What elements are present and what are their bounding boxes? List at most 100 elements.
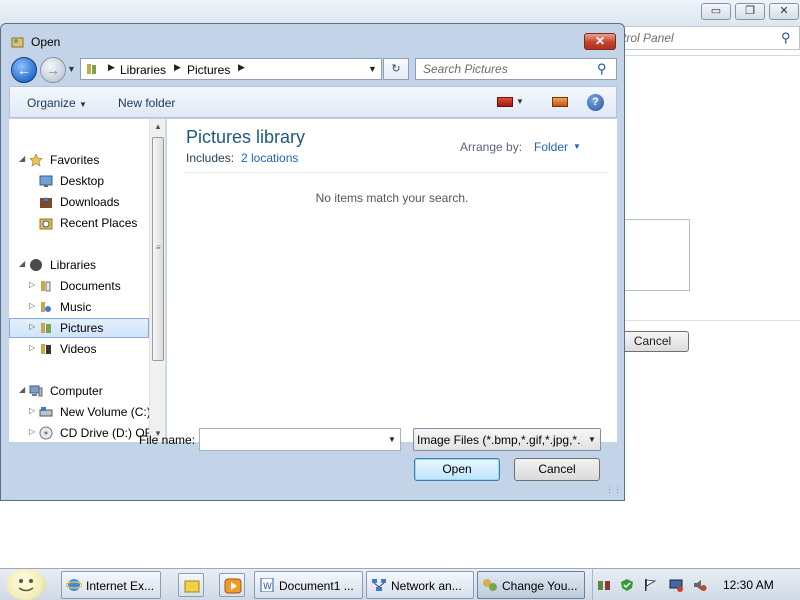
breadcrumb-pictures[interactable]: Pictures <box>187 63 230 77</box>
view-dropdown-icon[interactable]: ▼ <box>516 97 524 106</box>
new-folder-button[interactable]: New folder <box>118 96 175 110</box>
close-button[interactable]: ✕ <box>769 3 799 20</box>
tray-network-icon[interactable] <box>597 578 611 592</box>
tray-flag-icon[interactable] <box>643 578 657 592</box>
nav-item-music[interactable]: ▷ Music <box>9 297 149 317</box>
nav-item-pictures[interactable]: ▷ Pictures <box>9 318 149 338</box>
chevron-down-icon[interactable]: ▼ <box>588 435 596 444</box>
search-box[interactable]: ⚲ <box>415 58 617 80</box>
scrollbar-thumb[interactable]: ≡ <box>152 137 164 361</box>
cancel-button[interactable]: Cancel <box>514 458 600 481</box>
quick-launch-explorer[interactable] <box>178 573 204 597</box>
recent-pages-dropdown-icon[interactable]: ▼ <box>67 64 76 74</box>
pictures-icon <box>41 323 51 333</box>
file-name-input[interactable] <box>200 429 380 450</box>
nav-item-desktop[interactable]: Desktop <box>9 171 149 191</box>
breadcrumb-libraries[interactable]: Libraries <box>120 63 166 77</box>
organize-button[interactable]: Organize ▼ <box>27 96 87 110</box>
nav-item-downloads[interactable]: Downloads <box>9 192 149 212</box>
dialog-close-button[interactable]: ✕ <box>584 33 616 50</box>
collapse-arrow-icon[interactable]: ▷ <box>29 343 35 352</box>
maximize-button[interactable]: ❐ <box>735 3 765 20</box>
nav-item-libraries[interactable]: ◢ Libraries <box>9 255 149 275</box>
taskbar-item-change-your[interactable]: Change You... <box>477 571 585 599</box>
nav-item-label: Pictures <box>60 321 104 335</box>
search-icon[interactable]: ⚲ <box>597 61 607 77</box>
expand-arrow-icon[interactable]: ◢ <box>19 259 25 268</box>
file-type-select[interactable]: Image Files (*.bmp,*.gif,*.jpg,*. ▼ <box>413 428 601 451</box>
command-toolbar: Organize ▼ New folder ▼ ? <box>9 86 617 118</box>
address-bar[interactable]: ▶ Libraries ▶ Pictures ▶ ▼ <box>80 58 382 80</box>
back-arrow-icon: ← <box>17 62 31 78</box>
background-search-text: trol Panel <box>623 31 674 45</box>
expand-arrow-icon[interactable]: ◢ <box>19 385 25 394</box>
open-button[interactable]: Open <box>414 458 500 481</box>
nav-item-recent-places[interactable]: Recent Places <box>9 213 149 233</box>
network-icon <box>372 579 386 591</box>
organize-label: Organize <box>27 96 76 110</box>
library-icon <box>87 64 96 74</box>
taskbar-clock[interactable]: 12:30 AM <box>723 578 774 592</box>
taskbar-item-internet-explorer[interactable]: Internet Ex... <box>61 571 161 599</box>
nav-item-label: Desktop <box>60 174 105 188</box>
start-button[interactable] <box>6 569 46 600</box>
nav-item-videos[interactable]: ▷ Videos <box>9 339 149 359</box>
nav-item-label: Documents <box>60 279 121 293</box>
tray-display-icon[interactable] <box>669 578 683 592</box>
nav-item-cd-drive[interactable]: ▷ CD Drive (D:) OFF <box>9 423 159 442</box>
nav-item-computer[interactable]: ◢ Computer <box>9 381 149 401</box>
nav-item-label: Favorites <box>50 153 100 167</box>
search-icon[interactable]: ⚲ <box>781 30 791 46</box>
maximize-icon: ❐ <box>745 5 755 17</box>
navigation-scrollbar[interactable]: ▲ ≡ ▼ <box>149 119 165 442</box>
dialog-title: Open <box>31 35 61 49</box>
nav-item-label: Downloads <box>60 195 120 209</box>
preview-pane-icon[interactable] <box>552 97 568 107</box>
address-dropdown-icon[interactable]: ▼ <box>368 64 377 74</box>
collapse-arrow-icon[interactable]: ▷ <box>29 301 35 310</box>
chevron-down-icon: ▼ <box>79 100 87 109</box>
file-name-combobox[interactable]: ▼ <box>199 428 401 451</box>
minimize-button[interactable]: ▭ <box>701 3 731 20</box>
taskbar-item-label: Network an... <box>391 579 462 593</box>
expand-arrow-icon[interactable]: ◢ <box>19 154 25 163</box>
nav-item-label: Music <box>60 300 92 314</box>
arrange-by-dropdown[interactable]: Folder <box>534 140 568 154</box>
divider <box>610 320 800 321</box>
nav-item-favorites[interactable]: ◢ Favorites <box>9 150 149 170</box>
forward-button[interactable]: → <box>40 57 66 83</box>
nav-item-new-volume[interactable]: ▷ New Volume (C:) <box>9 402 151 422</box>
breadcrumb-arrow-icon[interactable]: ▶ <box>174 62 181 73</box>
includes-label: Includes: <box>186 151 235 165</box>
breadcrumb-arrow-icon[interactable]: ▶ <box>108 62 115 73</box>
star-icon <box>29 153 43 167</box>
background-search-box[interactable]: trol Panel ⚲ <box>610 26 800 50</box>
nav-item-label: Recent Places <box>60 216 138 230</box>
change-view-icon[interactable] <box>497 97 513 107</box>
background-text-area[interactable] <box>620 219 690 291</box>
background-cancel-button[interactable]: Cancel <box>616 331 689 352</box>
collapse-arrow-icon[interactable]: ▷ <box>29 406 35 415</box>
refresh-button[interactable]: ↻ <box>383 58 409 80</box>
resize-grip-icon[interactable]: ⋮⋮ <box>605 484 622 495</box>
taskbar-item-network[interactable]: Network an... <box>366 571 474 599</box>
collapse-arrow-icon[interactable]: ▷ <box>29 427 35 436</box>
navigation-pane: ◢ Favorites Desktop Downloads Recent Pla… <box>9 119 166 442</box>
scroll-up-icon[interactable]: ▲ <box>154 122 162 131</box>
locations-link[interactable]: 2 locations <box>241 151 298 165</box>
taskbar-item-document[interactable]: W Document1 ... <box>254 571 363 599</box>
collapse-arrow-icon[interactable]: ▷ <box>29 322 35 331</box>
tray-volume-muted-icon[interactable] <box>693 578 707 592</box>
nav-item-documents[interactable]: ▷ Documents <box>9 276 149 296</box>
start-orb-icon <box>18 579 34 592</box>
help-icon[interactable]: ? <box>587 94 604 111</box>
tray-security-icon[interactable] <box>620 578 634 592</box>
chevron-down-icon[interactable]: ▼ <box>388 435 396 444</box>
breadcrumb-arrow-icon[interactable]: ▶ <box>238 62 245 73</box>
svg-text:W: W <box>263 582 272 592</box>
collapse-arrow-icon[interactable]: ▷ <box>29 280 35 289</box>
back-button[interactable]: ← <box>11 57 37 83</box>
chevron-down-icon[interactable]: ▼ <box>573 142 581 151</box>
quick-launch-media-player[interactable] <box>219 573 245 597</box>
search-input[interactable] <box>416 59 592 79</box>
